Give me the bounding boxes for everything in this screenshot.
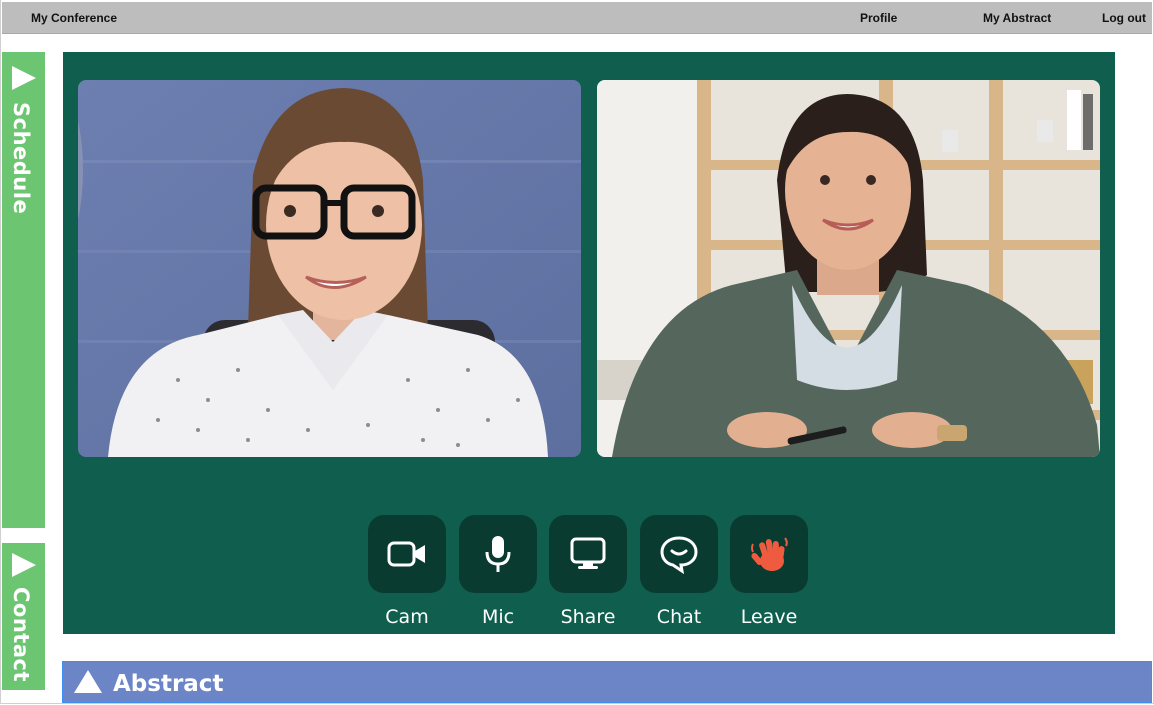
logout-link[interactable]: Log out bbox=[1102, 11, 1146, 25]
leave-label: Leave bbox=[740, 606, 798, 628]
share-control: Share bbox=[549, 515, 627, 628]
brand-link[interactable]: My Conference bbox=[31, 11, 117, 25]
expand-arrow-icon bbox=[12, 66, 36, 90]
share-label: Share bbox=[560, 606, 616, 628]
collapse-arrow-icon bbox=[74, 670, 102, 693]
cam-control: Cam bbox=[368, 515, 446, 628]
video-camera-icon bbox=[387, 541, 425, 567]
chat-button[interactable] bbox=[640, 515, 718, 593]
contact-tab-label: Contact bbox=[9, 587, 33, 682]
top-nav-bar: My Conference Profile My Abstract Log ou… bbox=[2, 2, 1152, 34]
chat-control: Chat bbox=[640, 515, 718, 628]
share-button[interactable] bbox=[549, 515, 627, 593]
contact-side-tab[interactable]: Contact bbox=[2, 543, 45, 690]
expand-arrow-icon bbox=[12, 553, 36, 577]
mic-label: Mic bbox=[481, 606, 515, 628]
video-call-stage: Cam Mic Share Chat Leave bbox=[63, 52, 1115, 634]
mic-button[interactable] bbox=[459, 515, 537, 593]
chat-bubble-icon bbox=[660, 536, 698, 574]
abstract-panel-header[interactable]: Abstract bbox=[62, 661, 1152, 703]
schedule-tab-label: Schedule bbox=[9, 102, 33, 215]
profile-link[interactable]: Profile bbox=[860, 11, 897, 25]
participant-2-video bbox=[597, 80, 1100, 457]
participant-1-video bbox=[78, 80, 581, 457]
participant-video-tile-2[interactable] bbox=[597, 80, 1100, 457]
schedule-side-tab[interactable]: Schedule bbox=[2, 52, 45, 528]
leave-button[interactable] bbox=[730, 515, 808, 593]
participant-video-tile-1[interactable] bbox=[78, 80, 581, 457]
cam-label: Cam bbox=[385, 606, 429, 628]
leave-control: Leave bbox=[730, 515, 808, 628]
waving-hand-icon bbox=[751, 537, 788, 571]
cam-button[interactable] bbox=[368, 515, 446, 593]
microphone-icon bbox=[485, 536, 511, 572]
my-abstract-link[interactable]: My Abstract bbox=[983, 11, 1051, 25]
chat-label: Chat bbox=[656, 606, 702, 628]
abstract-title: Abstract bbox=[113, 671, 224, 697]
screen-share-icon bbox=[570, 537, 606, 569]
mic-control: Mic bbox=[459, 515, 537, 628]
